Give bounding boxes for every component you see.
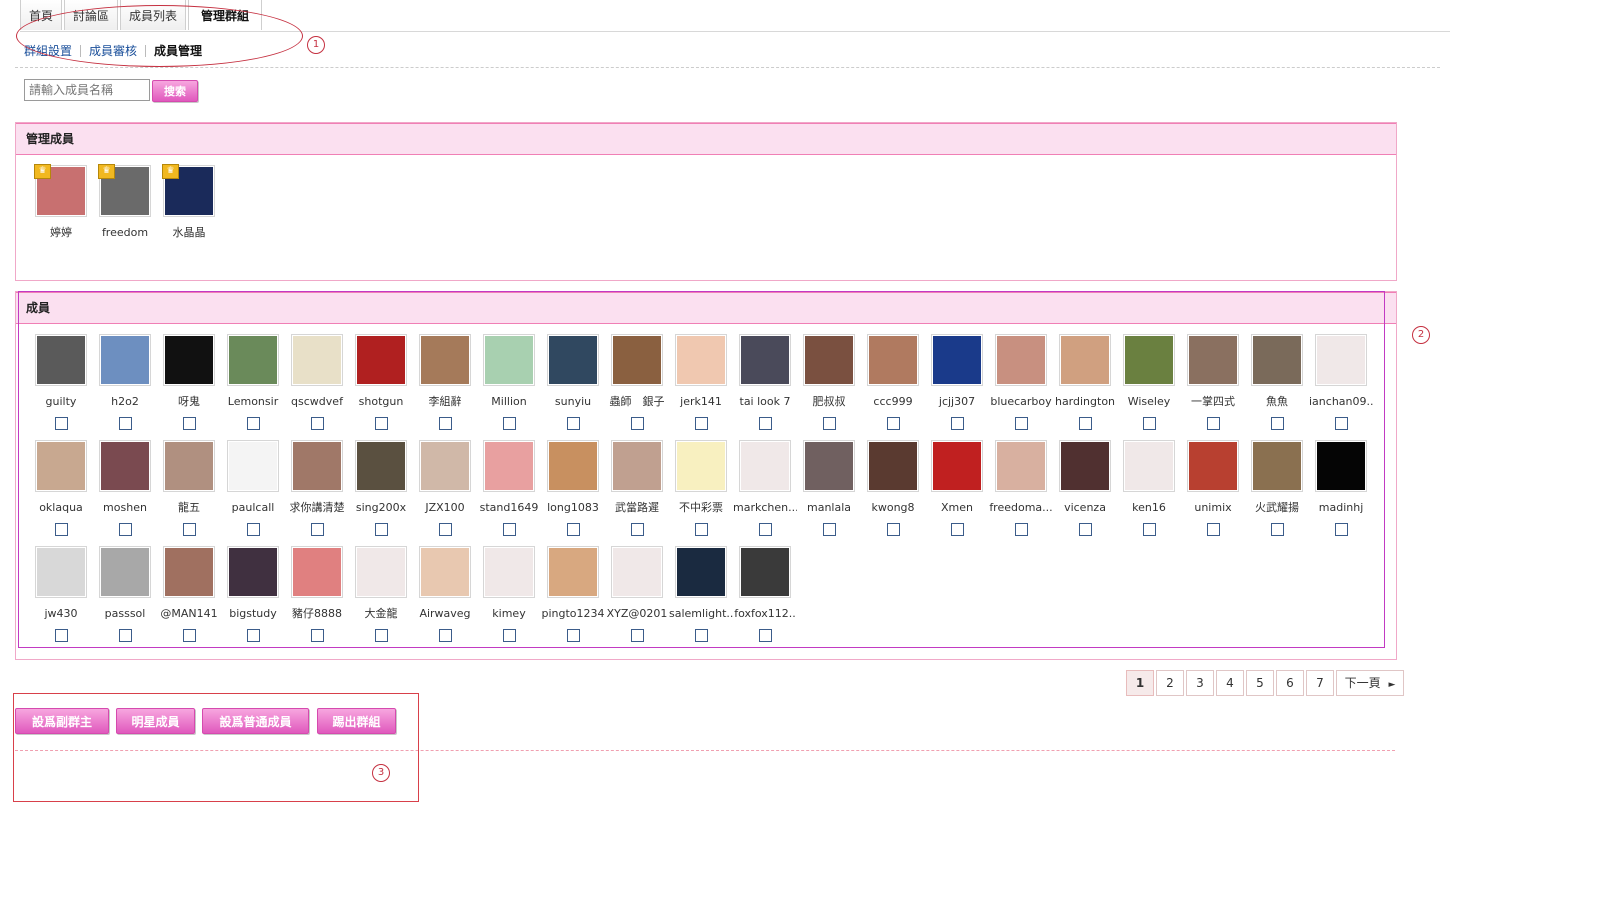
crown-icon: ♛ bbox=[98, 164, 115, 179]
member-item: ♛ 婷婷 bbox=[29, 164, 93, 240]
member-item: ♛ 水晶晶 bbox=[157, 164, 221, 240]
page-7[interactable]: 7 bbox=[1306, 670, 1334, 696]
page-2[interactable]: 2 bbox=[1156, 670, 1184, 696]
admin-panel-title: 管理成員 bbox=[16, 123, 1396, 155]
annotation-number-3: 3 bbox=[372, 764, 390, 782]
next-page-button[interactable]: 下一頁 ► bbox=[1336, 670, 1404, 696]
annotation-ellipse-1 bbox=[16, 5, 303, 67]
crown-icon: ♛ bbox=[34, 164, 51, 179]
dashed-divider bbox=[15, 67, 1440, 68]
member-name[interactable]: 婷婷 bbox=[29, 226, 93, 240]
page-1[interactable]: 1 bbox=[1126, 670, 1154, 696]
member-search-input[interactable] bbox=[24, 79, 150, 101]
crown-icon: ♛ bbox=[162, 164, 179, 179]
member-item: ♛ freedom bbox=[93, 164, 157, 240]
annotation-box-2 bbox=[18, 291, 1385, 648]
member-name[interactable]: 水晶晶 bbox=[157, 226, 221, 240]
member-name[interactable]: freedom bbox=[93, 226, 157, 240]
page-5[interactable]: 5 bbox=[1246, 670, 1274, 696]
next-page-label: 下一頁 bbox=[1344, 676, 1381, 690]
page-4[interactable]: 4 bbox=[1216, 670, 1244, 696]
page-3[interactable]: 3 bbox=[1186, 670, 1214, 696]
page-6[interactable]: 6 bbox=[1276, 670, 1304, 696]
annotation-box-3 bbox=[13, 693, 419, 802]
admin-members-panel: 管理成員 ♛ 婷婷 ♛ freedom ♛ 水晶晶 bbox=[15, 122, 1397, 281]
pagination: 1 2 3 4 5 6 7 下一頁 ► bbox=[1126, 670, 1406, 696]
annotation-number-2: 2 bbox=[1412, 326, 1430, 344]
avatar[interactable]: ♛ bbox=[34, 164, 87, 217]
avatar[interactable]: ♛ bbox=[162, 164, 215, 217]
annotation-number-1: 1 bbox=[307, 36, 325, 54]
chevron-right-icon: ► bbox=[1388, 680, 1396, 690]
avatar[interactable]: ♛ bbox=[98, 164, 151, 217]
search-button[interactable]: 搜索 bbox=[152, 80, 198, 102]
